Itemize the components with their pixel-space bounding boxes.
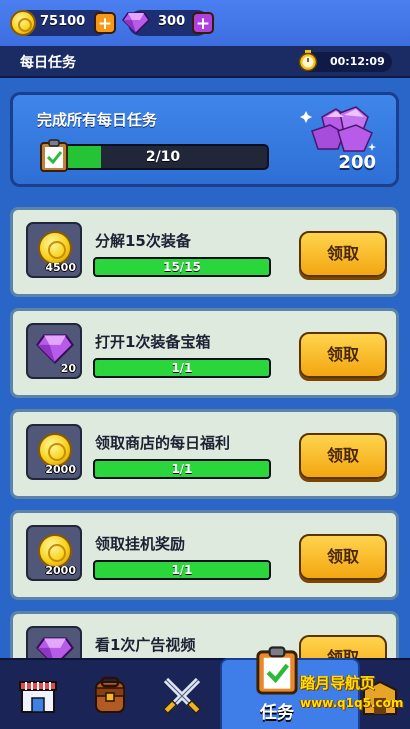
coin-amount: 75100 [40, 14, 86, 29]
task-progress-bar: 1/1 [93, 459, 271, 479]
task-progress-text: 1/1 [171, 361, 193, 375]
nav-tab-shop[interactable] [4, 660, 76, 729]
task-progress-text: 1/1 [171, 462, 193, 476]
gem-amount: 300 [158, 14, 186, 29]
currency-bar: 75100 + 300 + [0, 0, 410, 46]
task-name: 领取商店的每日福利 [95, 434, 231, 452]
task-progress-bar: 15/15 [93, 257, 271, 277]
page-header: 每日任务 00:12:09 [0, 46, 410, 78]
shop-icon [19, 681, 57, 713]
timer-text: 00:12:09 [330, 55, 385, 68]
backpack-icon [95, 676, 125, 713]
task-progress-bar: 1/1 [93, 560, 271, 580]
task-card: 20 打开1次装备宝箱 1/1 领取 [10, 308, 399, 398]
gem-pile-reward-icon[interactable] [300, 103, 380, 159]
add-coins-button[interactable]: + [94, 12, 116, 34]
watermark-line2: www.q1q5.com [300, 696, 404, 710]
coin-icon [38, 433, 72, 467]
all-tasks-progress-text: 2/10 [145, 149, 181, 165]
nav-tab-battle[interactable] [148, 660, 220, 729]
task-reward: 2000 [26, 424, 82, 480]
coin-icon [38, 231, 72, 265]
task-name: 分解15次装备 [95, 232, 191, 250]
coin-icon [38, 534, 72, 568]
task-progress-text: 1/1 [171, 563, 193, 577]
task-reward-qty: 2000 [45, 564, 76, 577]
task-card: 4500 分解15次装备 15/15 领取 [10, 207, 399, 297]
task-clipboard-icon [256, 646, 298, 695]
task-reward-qty: 20 [60, 362, 76, 375]
all-tasks-reward-amount: 200 [338, 152, 376, 173]
task-progress-text: 15/15 [163, 260, 201, 274]
claim-button[interactable]: 领取 [299, 231, 387, 277]
battle-swords-icon [162, 677, 202, 715]
stopwatch-icon [298, 50, 318, 72]
task-reward: 2000 [26, 525, 82, 581]
add-gems-button[interactable]: + [192, 12, 214, 34]
task-reward-qty: 4500 [45, 261, 76, 274]
task-reward: 4500 [26, 222, 82, 278]
task-name: 打开1次装备宝箱 [95, 333, 211, 351]
nav-tab-tasks-label: 任务 [260, 703, 294, 723]
all-tasks-progress-bar: 2/10 [57, 144, 269, 170]
coin-icon [10, 10, 36, 36]
task-card: 2000 领取商店的每日福利 1/1 领取 [10, 409, 399, 499]
task-reward-qty: 2000 [45, 463, 76, 476]
gem-icon [122, 12, 150, 34]
gem-balance: 300 + [122, 10, 214, 36]
clipboard-icon [40, 139, 68, 172]
watermark: 踏月导航页 www.q1q5.com [300, 672, 406, 710]
task-reward: 20 [26, 323, 82, 379]
reset-timer: 00:12:09 [298, 50, 392, 72]
page-title: 每日任务 [20, 55, 76, 71]
gem-icon [36, 334, 74, 364]
task-progress-bar: 1/1 [93, 358, 271, 378]
task-name: 看1次广告视频 [95, 636, 196, 654]
claim-button[interactable]: 领取 [299, 332, 387, 378]
claim-button[interactable]: 领取 [299, 534, 387, 580]
task-name: 领取挂机奖励 [95, 535, 186, 553]
claim-button[interactable]: 领取 [299, 433, 387, 479]
task-card: 2000 领取挂机奖励 1/1 领取 [10, 510, 399, 600]
all-tasks-title: 完成所有每日任务 [37, 111, 158, 129]
coin-balance: 75100 + [10, 10, 116, 36]
nav-tab-backpack[interactable] [76, 660, 148, 729]
all-tasks-card: 完成所有每日任务 2/10 200 [10, 92, 399, 187]
watermark-line1: 踏月导航页 [300, 674, 376, 692]
